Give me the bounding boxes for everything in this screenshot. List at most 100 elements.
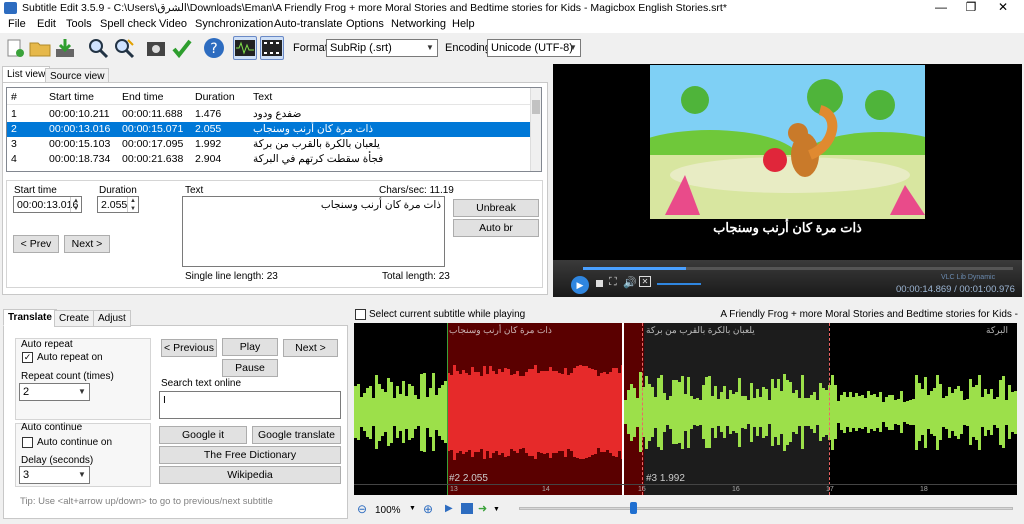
forward-icon[interactable]: ➜ <box>478 502 487 515</box>
menu-help[interactable]: Help <box>452 18 475 30</box>
subtitle-text-input[interactable]: ذات مرة كان أرنب وسنجاب <box>182 196 445 267</box>
search-online-input[interactable]: I <box>159 391 341 419</box>
chars-per-sec: Chars/sec: 11.19 <box>379 185 454 196</box>
prev-button[interactable]: < Prev <box>13 235 59 253</box>
menu-synchronization[interactable]: Synchronization <box>195 18 273 30</box>
tab-translate[interactable]: Translate <box>3 309 57 326</box>
spell-check-icon[interactable] <box>170 36 194 60</box>
cell-number: 2 <box>11 123 17 135</box>
google-translate-button[interactable]: Google translate <box>252 426 341 444</box>
menu-video[interactable]: Video <box>159 18 187 30</box>
delay-label: Delay (seconds) <box>21 455 94 466</box>
encoding-select[interactable]: Unicode (UTF-8) ▼ <box>487 39 581 57</box>
column-header[interactable]: # <box>11 91 17 103</box>
column-header[interactable]: Text <box>253 91 272 103</box>
waveform-toggle-icon[interactable] <box>233 36 257 60</box>
delay-select[interactable]: 3 ▼ <box>19 466 90 484</box>
play-icon[interactable]: ▶ <box>571 276 589 294</box>
menu-edit[interactable]: Edit <box>37 18 56 30</box>
fullscreen-icon[interactable]: ⛶ <box>609 276 617 289</box>
menu-tools[interactable]: Tools <box>66 18 92 30</box>
chevron-down-icon[interactable]: ▼ <box>493 506 500 513</box>
volume-slider[interactable] <box>657 283 701 285</box>
menu-networking[interactable]: Networking <box>391 18 446 30</box>
save-download-icon[interactable] <box>53 36 77 60</box>
mute-icon[interactable]: ✕ <box>639 276 651 287</box>
cell-number: 3 <box>11 138 17 150</box>
zoom-out-icon[interactable]: ⊖ <box>357 502 367 516</box>
spinner-icon[interactable]: ▲ ▼ <box>127 197 138 212</box>
position-slider-thumb[interactable] <box>630 502 637 514</box>
restore-button[interactable]: ❐ <box>956 0 986 16</box>
cell-start: 00:00:18.734 <box>49 153 111 165</box>
waveform[interactable]: ذات مرة كان أرنب وسنجاب يلعبان بالكرة با… <box>354 323 1017 495</box>
visual-sync-icon[interactable] <box>144 36 168 60</box>
tab-list-view[interactable]: List view <box>2 66 51 83</box>
open-folder-icon[interactable] <box>28 36 52 60</box>
video-player[interactable]: ذات مرة كان أرنب وسنجاب ▶ ⛶ 🔊 ✕ VLC Lib … <box>553 64 1022 297</box>
previous-button[interactable]: < Previous <box>161 339 217 357</box>
column-header[interactable]: End time <box>122 91 163 103</box>
duration-input[interactable]: 2.055 ▲ ▼ <box>97 196 139 213</box>
pause-button[interactable]: Pause <box>222 359 278 377</box>
stop-icon[interactable] <box>596 280 603 287</box>
auto-repeat-group-label: Auto repeat <box>21 339 73 350</box>
start-time-input[interactable]: 00:00:13.016 ▲ ▼ <box>13 196 82 213</box>
auto-continue-checkbox[interactable] <box>22 437 33 448</box>
format-select[interactable]: SubRip (.srt) ▼ <box>326 39 438 57</box>
tick-label: 13 <box>450 486 458 493</box>
cell-end: 00:00:21.638 <box>122 153 184 165</box>
position-slider[interactable] <box>519 502 1013 514</box>
next-button[interactable]: Next > <box>64 235 110 253</box>
help-icon[interactable]: ? <box>202 36 226 60</box>
seek-bar[interactable] <box>583 267 1013 270</box>
unbreak-button[interactable]: Unbreak <box>453 199 539 217</box>
table-row[interactable]: 2 00:00:13.016 00:00:15.071 2.055 ذات مرة كا… <box>7 122 531 137</box>
scrollbar-thumb[interactable] <box>532 100 540 114</box>
grid-view-icon[interactable] <box>461 503 473 514</box>
tab-adjust[interactable]: Adjust <box>93 310 131 327</box>
tick-label: 14 <box>542 486 550 493</box>
auto-br-button[interactable]: Auto br <box>453 219 539 237</box>
menu-auto-translate[interactable]: Auto-translate <box>274 18 342 30</box>
menu-spell-check[interactable]: Spell check <box>100 18 156 30</box>
table-row[interactable]: 4 00:00:18.734 00:00:21.638 2.904 فجأة سقطت … <box>7 152 531 167</box>
play-button[interactable]: Play <box>222 338 278 356</box>
video-toggle-icon[interactable] <box>260 36 284 60</box>
column-header[interactable]: Start time <box>49 91 94 103</box>
wikipedia-button[interactable]: Wikipedia <box>159 466 341 484</box>
google-it-button[interactable]: Google it <box>159 426 247 444</box>
grid-scrollbar[interactable] <box>530 88 541 171</box>
table-row[interactable]: 1 00:00:10.211 00:00:11.688 1.476 ضفدع ودود <box>7 107 531 122</box>
menu-options[interactable]: Options <box>346 18 384 30</box>
tab-create[interactable]: Create <box>54 310 95 327</box>
auto-repeat-checkbox[interactable]: ✓ <box>22 352 33 363</box>
start-time-label: Start time <box>14 185 57 196</box>
zoom-value[interactable]: 100% <box>375 505 401 516</box>
replace-icon[interactable] <box>112 36 136 60</box>
next-subtitle-button[interactable]: Next > <box>283 339 338 357</box>
subtitle-grid: # Start time End time Duration Text 1 00:… <box>6 87 542 172</box>
table-row[interactable]: 3 00:00:15.103 00:00:17.095 1.992 يلعبان بال… <box>7 137 531 152</box>
play-next-icon[interactable]: ▶ <box>445 503 453 514</box>
grid-header: # Start time End time Duration Text <box>7 90 531 105</box>
column-header[interactable]: Duration <box>195 91 235 103</box>
select-current-checkbox[interactable] <box>355 309 366 320</box>
close-button[interactable]: ✕ <box>988 0 1018 16</box>
volume-icon[interactable]: 🔊 <box>623 276 637 289</box>
vlc-label: VLC Lib Dynamic <box>941 274 996 281</box>
new-file-icon[interactable] <box>3 36 27 60</box>
cell-text: ضفدع ودود <box>253 108 302 120</box>
spinner-icon[interactable]: ▲ ▼ <box>70 197 81 212</box>
find-icon[interactable] <box>86 36 110 60</box>
cell-end: 00:00:11.688 <box>122 108 183 120</box>
menu-file[interactable]: File <box>8 18 26 30</box>
free-dictionary-button[interactable]: The Free Dictionary <box>159 446 341 464</box>
select-current-label: Select current subtitle while playing <box>369 309 526 320</box>
zoom-in-icon[interactable]: ⊕ <box>423 502 433 516</box>
repeat-count-select[interactable]: 2 ▼ <box>19 383 90 401</box>
chevron-down-icon[interactable]: ▼ <box>409 505 416 512</box>
cell-duration: 2.904 <box>195 153 222 165</box>
minimize-button[interactable]: — <box>926 0 956 16</box>
cell-start: 00:00:10.211 <box>49 108 110 120</box>
